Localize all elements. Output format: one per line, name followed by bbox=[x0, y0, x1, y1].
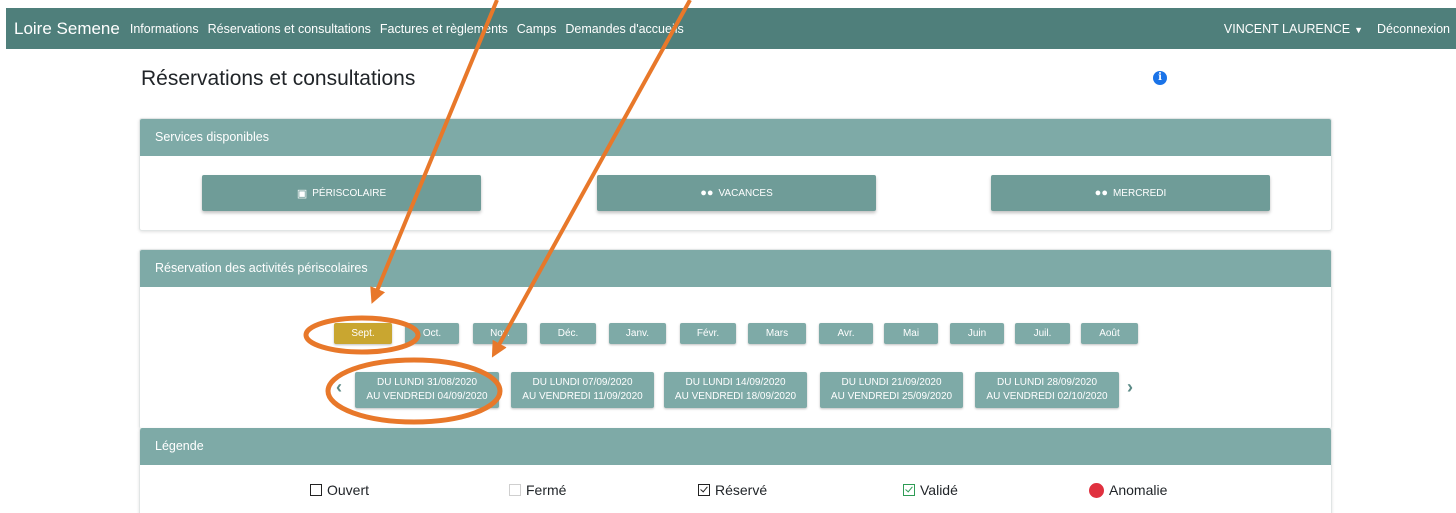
services-header: Services disponibles bbox=[140, 119, 1331, 156]
disabled-checkbox-icon bbox=[509, 484, 521, 496]
user-menu[interactable]: VINCENT LAURENCE ▼ bbox=[1224, 22, 1363, 36]
mask-icon: ●● bbox=[1094, 187, 1108, 199]
legend-header: Légende bbox=[140, 428, 1331, 465]
legend-ferme: Fermé bbox=[509, 482, 566, 498]
nav-demandes[interactable]: Demandes d'accueils bbox=[565, 22, 683, 36]
reservation-header: Réservation des activités périscolaires bbox=[140, 250, 1331, 287]
user-name: VINCENT LAURENCE bbox=[1223, 21, 1351, 36]
month-dec[interactable]: Déc. bbox=[540, 323, 596, 344]
red-dot-icon bbox=[1089, 482, 1104, 498]
week-3-end: AU VENDREDI 18/09/2020 bbox=[674, 391, 797, 402]
legend-card: Légende bbox=[139, 428, 1332, 513]
mercredi-button[interactable]: ●● MERCREDI bbox=[991, 175, 1270, 211]
legend-anomalie-label: Anomalie bbox=[1109, 482, 1168, 498]
calendar-icon: ▣ bbox=[296, 187, 308, 200]
info-icon[interactable]: i bbox=[1153, 71, 1167, 85]
month-oct[interactable]: Oct. bbox=[405, 323, 459, 344]
week-4[interactable]: DU LUNDI 21/09/2020 AU VENDREDI 25/09/20… bbox=[820, 372, 963, 408]
vacances-button[interactable]: ●● VACANCES bbox=[597, 175, 876, 211]
top-navbar: Loire Semene Informations Réservations e… bbox=[6, 8, 1456, 49]
legend-reserve: Réservé bbox=[698, 482, 767, 498]
prev-week-chevron-icon[interactable]: ‹ bbox=[336, 377, 342, 398]
nav-right: VINCENT LAURENCE ▼ Déconnexion bbox=[1224, 22, 1450, 36]
mask-icon: ●● bbox=[700, 187, 714, 199]
legend-reserve-label: Réservé bbox=[715, 482, 768, 498]
legend-valide-label: Validé bbox=[920, 482, 958, 498]
nav-factures[interactable]: Factures et règlements bbox=[380, 22, 508, 36]
caret-down-icon: ▼ bbox=[1354, 24, 1364, 35]
page-title: Réservations et consultations bbox=[141, 67, 416, 90]
validated-checkbox-icon bbox=[903, 484, 915, 496]
month-mars[interactable]: Mars bbox=[748, 323, 806, 344]
week-1-end: AU VENDREDI 04/09/2020 bbox=[366, 391, 488, 402]
week-4-start: DU LUNDI 21/09/2020 bbox=[841, 377, 942, 388]
week-5[interactable]: DU LUNDI 28/09/2020 AU VENDREDI 02/10/20… bbox=[975, 372, 1119, 408]
week-2-end: AU VENDREDI 11/09/2020 bbox=[522, 391, 643, 402]
week-5-start: DU LUNDI 28/09/2020 bbox=[996, 377, 1098, 388]
mercredi-label: MERCREDI bbox=[1112, 187, 1167, 199]
legend-valide: Validé bbox=[903, 482, 958, 498]
week-3-start: DU LUNDI 14/09/2020 bbox=[685, 377, 786, 388]
month-nov[interactable]: Nov. bbox=[473, 323, 527, 344]
periscolaire-label: PÉRISCOLAIRE bbox=[312, 187, 387, 199]
month-janv[interactable]: Janv. bbox=[609, 323, 666, 344]
nav-camps[interactable]: Camps bbox=[517, 22, 557, 36]
brand-logo[interactable]: Loire Semene bbox=[14, 19, 120, 39]
week-4-end: AU VENDREDI 25/09/2020 bbox=[830, 391, 953, 402]
month-sept[interactable]: Sept. bbox=[334, 323, 392, 344]
nav-informations[interactable]: Informations bbox=[130, 22, 199, 36]
legend-ferme-label: Fermé bbox=[526, 482, 567, 498]
nav-reservations[interactable]: Réservations et consultations bbox=[208, 22, 371, 36]
legend-ouvert-label: Ouvert bbox=[327, 482, 370, 498]
vacances-label: VACANCES bbox=[718, 187, 773, 199]
month-fevr[interactable]: Févr. bbox=[680, 323, 736, 344]
logout-link[interactable]: Déconnexion bbox=[1377, 22, 1450, 36]
week-2[interactable]: DU LUNDI 07/09/2020 AU VENDREDI 11/09/20… bbox=[511, 372, 654, 408]
week-2-start: DU LUNDI 07/09/2020 bbox=[532, 377, 633, 388]
checked-checkbox-icon bbox=[698, 484, 710, 496]
month-aout[interactable]: Août bbox=[1081, 323, 1138, 344]
empty-checkbox-icon bbox=[310, 484, 322, 496]
month-juil[interactable]: Juil. bbox=[1015, 323, 1070, 344]
month-avr[interactable]: Avr. bbox=[819, 323, 873, 344]
week-3[interactable]: DU LUNDI 14/09/2020 AU VENDREDI 18/09/20… bbox=[664, 372, 807, 408]
next-week-chevron-icon[interactable]: › bbox=[1127, 377, 1133, 398]
month-juin[interactable]: Juin bbox=[950, 323, 1004, 344]
periscolaire-button[interactable]: ▣ PÉRISCOLAIRE bbox=[202, 175, 481, 211]
legend-ouvert: Ouvert bbox=[310, 482, 369, 498]
month-mai[interactable]: Mai bbox=[884, 323, 938, 344]
week-1[interactable]: DU LUNDI 31/08/2020 AU VENDREDI 04/09/20… bbox=[355, 372, 499, 408]
week-5-end: AU VENDREDI 02/10/2020 bbox=[986, 391, 1108, 402]
legend-anomalie: Anomalie bbox=[1089, 482, 1167, 498]
week-1-start: DU LUNDI 31/08/2020 bbox=[376, 377, 478, 388]
